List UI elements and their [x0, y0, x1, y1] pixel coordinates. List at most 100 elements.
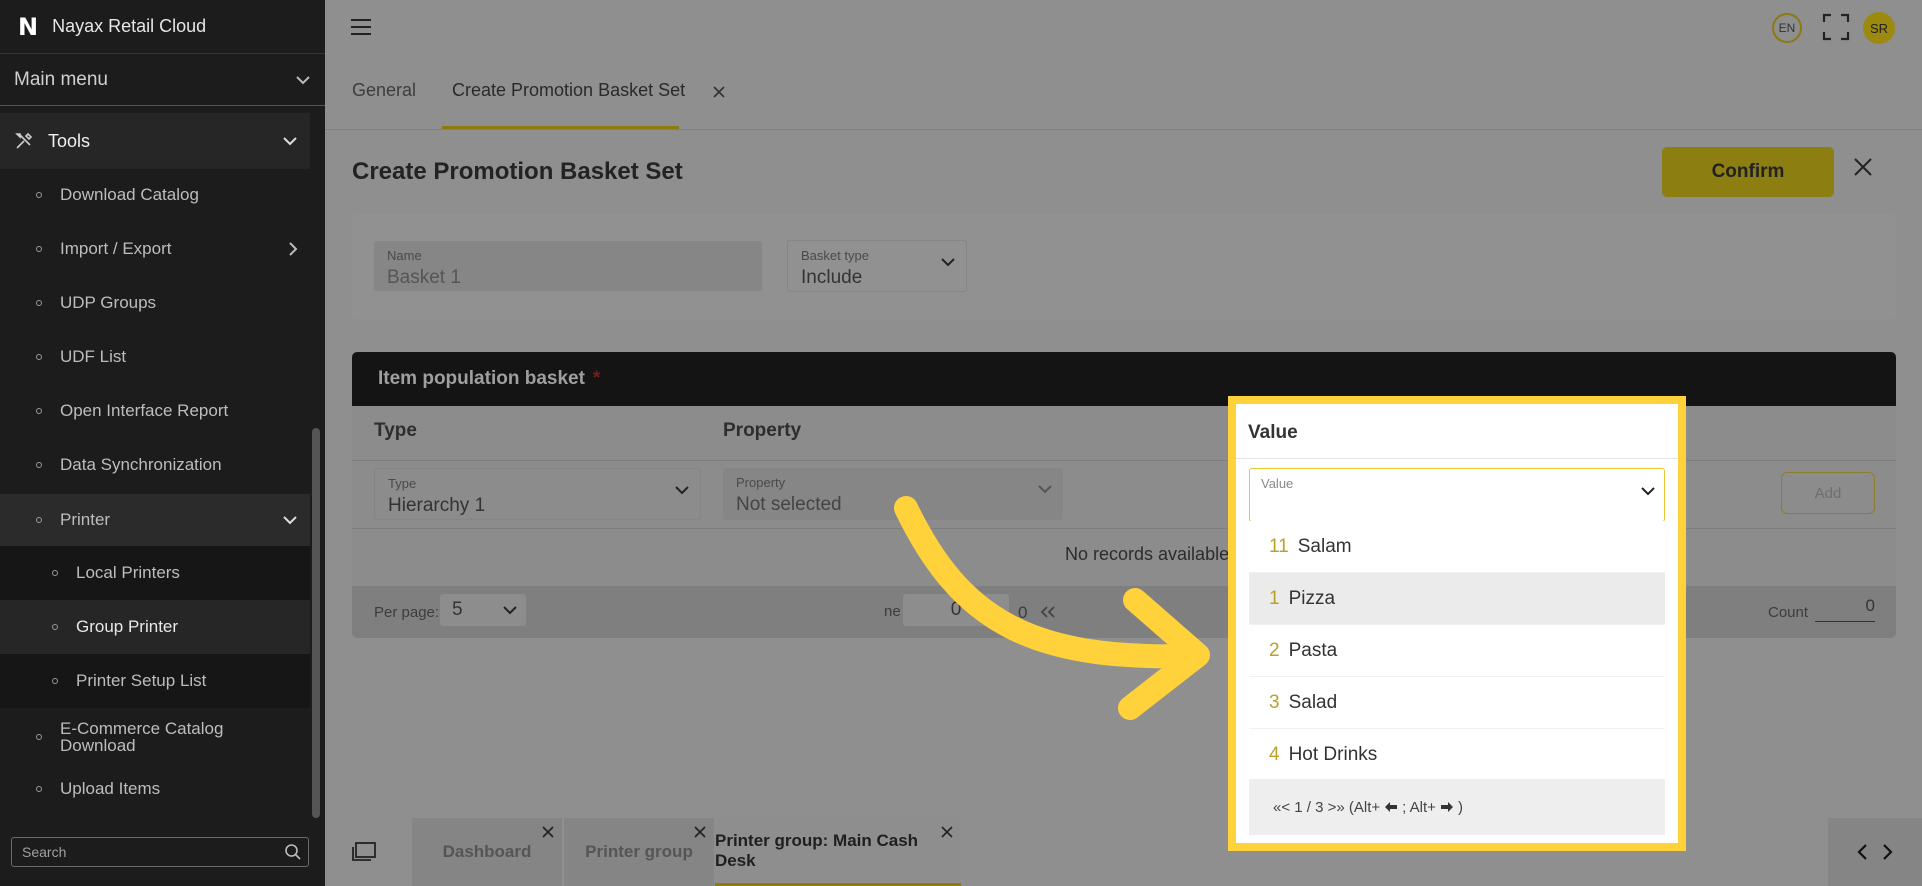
close-icon[interactable] [941, 826, 953, 838]
option-number: 2 [1269, 639, 1280, 661]
first-page-icon[interactable] [1040, 606, 1056, 618]
bullet-icon [36, 192, 42, 198]
option-label: Pizza [1288, 587, 1336, 609]
close-icon[interactable] [542, 826, 554, 838]
option-hot-drinks[interactable]: 4 Hot Drinks [1249, 729, 1665, 781]
basket-type-value: Include [801, 267, 863, 288]
sidebar-item-local-printers[interactable]: Local Printers [0, 546, 310, 600]
sidebar-search-input[interactable] [22, 844, 284, 860]
type-select[interactable]: Type Hierarchy 1 [374, 468, 701, 520]
bottom-tab-dashboard[interactable]: Dashboard [412, 818, 562, 886]
page-total: 0 [1018, 603, 1028, 622]
bullet-icon [52, 570, 58, 576]
sidebar-item-data-synchronization[interactable]: Data Synchronization [0, 444, 310, 486]
bullet-icon [52, 624, 58, 630]
sidebar-item-open-interface-report[interactable]: Open Interface Report [0, 390, 310, 432]
option-pizza[interactable]: 1 Pizza [1249, 573, 1665, 625]
per-page-value: 5 [452, 599, 463, 620]
column-header-property: Property [723, 420, 802, 441]
chevron-left-icon[interactable] [1856, 843, 1868, 861]
windows-icon[interactable] [351, 841, 377, 863]
sidebar-item-download-catalog[interactable]: Download Catalog [0, 174, 310, 216]
option-salam[interactable]: 11 Salam [1249, 521, 1665, 573]
add-button[interactable]: Add [1781, 472, 1875, 514]
chevron-right-icon[interactable] [1882, 843, 1894, 861]
option-label: Hot Drinks [1288, 743, 1378, 765]
sidebar-section-label: Tools [48, 130, 91, 151]
sidebar: N Nayax Retail Cloud Main menu Tools Dow… [0, 0, 325, 886]
value-column-header: Value [1248, 422, 1298, 443]
sidebar-item-group-printer[interactable]: Group Printer [0, 600, 310, 654]
pager-text: «< 1 / 3 >» (Alt+ [1273, 798, 1381, 816]
main-menu-toggle[interactable]: Main menu [0, 54, 325, 106]
value-select[interactable]: Value [1249, 468, 1665, 522]
name-field[interactable]: Name Basket 1 [374, 241, 762, 291]
sidebar-item-printer-setup-list[interactable]: Printer Setup List [0, 654, 310, 708]
bullet-icon [36, 734, 42, 740]
sidebar-item-udp-groups[interactable]: UDP Groups [0, 282, 310, 324]
bottom-tab-printer-group-main-cash-desk[interactable]: Printer group: Main Cash Desk [715, 818, 961, 886]
per-page-select[interactable]: 5 [440, 594, 526, 626]
option-salad[interactable]: 3 Salad [1249, 677, 1665, 729]
language-selector[interactable]: EN [1772, 13, 1802, 43]
count-label: Count [1768, 604, 1809, 621]
page-input[interactable]: 0 [903, 594, 1009, 626]
app-title: Nayax Retail Cloud [52, 16, 207, 36]
bullet-icon [36, 300, 42, 306]
option-label: Salad [1288, 691, 1338, 713]
per-page-label: Per page: [374, 604, 440, 621]
options-pager[interactable]: «< 1 / 3 >» (Alt+ ; Alt+ ) [1249, 779, 1665, 835]
sidebar-search [11, 837, 309, 867]
chevron-down-icon [1038, 485, 1052, 494]
sidebar-item-label: Open Interface Report [60, 401, 229, 420]
sidebar-item-upload-items[interactable]: Upload Items [0, 768, 310, 810]
chevron-down-icon [675, 486, 689, 495]
tab-scroll-arrows [1828, 818, 1922, 886]
sidebar-item-label: Printer [60, 510, 111, 529]
search-icon[interactable] [284, 843, 302, 861]
arrow-left-icon [1385, 802, 1398, 812]
hamburger-menu-icon[interactable] [350, 18, 372, 36]
sidebar-scrollbar[interactable] [312, 428, 320, 818]
sidebar-item-import-export[interactable]: Import / Export [0, 228, 310, 270]
tab-create-promotion-basket-set[interactable]: Create Promotion Basket Set [452, 80, 685, 101]
tab-bar: General Create Promotion Basket Set [325, 58, 1922, 130]
sidebar-item-label: Upload Items [60, 779, 161, 798]
empty-state-text: No records available [1065, 544, 1230, 564]
sidebar-item-udf-list[interactable]: UDF List [0, 336, 310, 378]
confirm-button[interactable]: Confirm [1662, 147, 1834, 197]
close-icon[interactable] [1853, 157, 1873, 177]
sidebar-item-ecommerce-catalog-download[interactable]: E-Commerce Catalog Download [0, 712, 310, 762]
name-field-value: Basket 1 [387, 267, 461, 288]
chevron-down-icon [503, 606, 517, 615]
sidebar-item-label: UDP Groups [60, 293, 157, 312]
close-icon[interactable] [694, 826, 706, 838]
column-header-type: Type [374, 420, 417, 441]
count-value: 0 [1815, 596, 1875, 622]
required-mark: * [592, 368, 601, 389]
sidebar-item-label: Group Printer [76, 617, 179, 636]
basket-title: Item population basket [378, 368, 585, 389]
bullet-icon [52, 678, 58, 684]
fullscreen-icon[interactable] [1822, 13, 1850, 41]
sidebar-item-printer[interactable]: Printer [0, 494, 310, 546]
sidebar-item-label: Download Catalog [60, 185, 199, 204]
sidebar-item-label: UDF List [60, 347, 127, 366]
property-select[interactable]: Property Not selected [723, 468, 1063, 520]
type-select-value: Hierarchy 1 [388, 495, 486, 516]
sidebar-section-tools[interactable]: Tools [0, 113, 310, 169]
tab-general[interactable]: General [352, 80, 416, 101]
tools-icon [15, 132, 33, 149]
user-avatar[interactable]: SR [1863, 12, 1895, 44]
bullet-icon [36, 517, 42, 523]
value-select-label: Value [1261, 476, 1294, 491]
basket-type-select[interactable]: Basket type Include [787, 240, 967, 292]
bullet-icon [36, 408, 42, 414]
basket-details-card: Name Basket 1 Basket type Include [352, 214, 1896, 319]
option-pasta[interactable]: 2 Pasta [1249, 625, 1665, 677]
bottom-tab-printer-group[interactable]: Printer group [564, 818, 714, 886]
close-icon[interactable] [713, 86, 725, 98]
property-select-value: Not selected [736, 494, 842, 515]
option-number: 11 [1269, 535, 1289, 557]
divider [325, 129, 1922, 130]
